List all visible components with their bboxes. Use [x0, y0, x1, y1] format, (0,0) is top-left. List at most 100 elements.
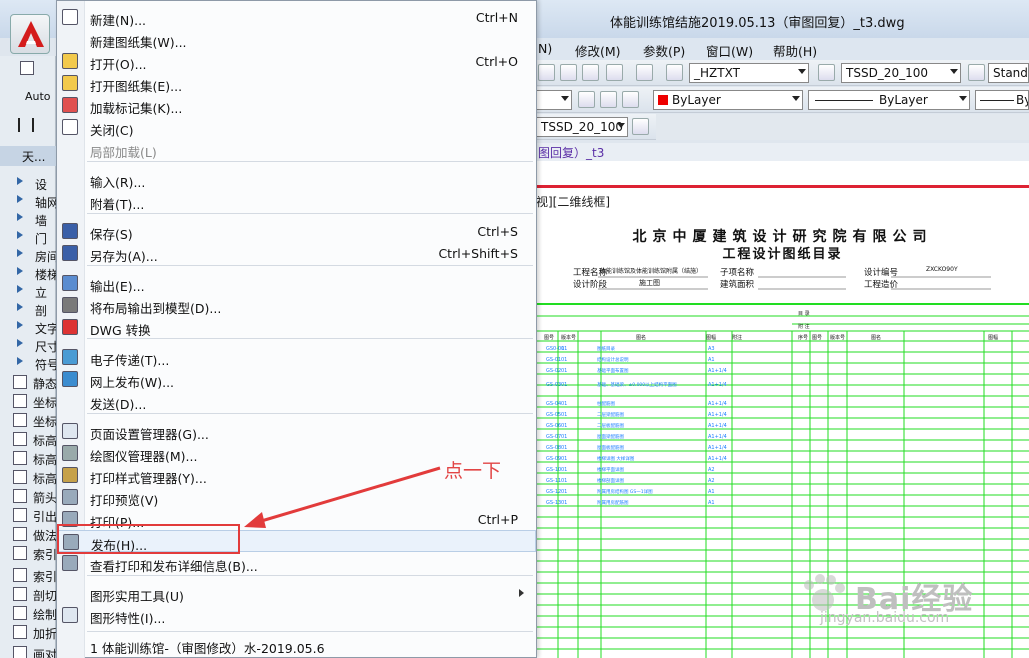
palette-tool-10[interactable]: 索引 — [0, 544, 56, 564]
layer-tool-icon[interactable] — [622, 91, 639, 108]
menu-item-label: 关闭(C) — [90, 123, 134, 138]
style-tool-icon[interactable] — [632, 118, 649, 135]
palette-tool-label: 做法 — [33, 529, 56, 543]
menu-item-3[interactable]: 打开(O)... Ctrl+O — [57, 50, 536, 72]
palette-group-6[interactable]: 楼梯 — [0, 264, 56, 284]
palette-group-label: 墙 — [35, 214, 48, 228]
text-style-select[interactable]: _HZTXT — [689, 63, 809, 83]
layer-tool-icon[interactable] — [600, 91, 617, 108]
menu-item-13[interactable]: 将布局输出到模型(D)... — [57, 294, 536, 316]
label-subitem: 子项名称 — [720, 268, 755, 278]
menu-item-21[interactable]: 打印预览(V) — [57, 486, 536, 508]
menu-item-10[interactable]: 保存(S) Ctrl+S — [57, 220, 536, 242]
menu-modify[interactable]: 修改(M) — [575, 41, 621, 60]
col-header: 版本号 — [561, 334, 576, 341]
menu-item-5[interactable]: 加载标记集(K)... — [57, 94, 536, 116]
lineweight-select[interactable]: By — [975, 90, 1029, 110]
menu-item-label: 图形特性(I)... — [90, 611, 166, 626]
menu-item-8[interactable]: 输入(R)... — [57, 168, 536, 190]
tool-icon — [13, 470, 27, 484]
tool-icon[interactable] — [538, 64, 555, 81]
palette-tab[interactable]: 天... — [0, 146, 56, 166]
menu-item-4[interactable]: 打开图纸集(E)... — [57, 72, 536, 94]
label-cost: 工程造价 — [864, 280, 899, 290]
menu-help[interactable]: 帮助(H) — [773, 41, 817, 60]
recent-file-1[interactable]: 1 体能训练馆-（审图修改）水-2019.05.6 — [90, 638, 325, 657]
menu-item-25[interactable]: 图形实用工具(U) — [57, 582, 536, 604]
palette-tool-label: 索引 — [33, 570, 56, 584]
menu-item-9[interactable]: 附着(T)... — [57, 190, 536, 212]
menu-item-24[interactable]: 查看打印和发布详细信息(B)... — [57, 552, 536, 574]
menu-item-11[interactable]: 另存为(A)... Ctrl+Shift+S — [57, 242, 536, 264]
tool-icon[interactable] — [560, 64, 577, 81]
menu-item-7[interactable]: 局部加载(L) — [57, 138, 536, 160]
palette-group-4[interactable]: 门 — [0, 228, 56, 248]
layer-tool-icon[interactable] — [578, 91, 595, 108]
menu-item-6[interactable]: 关闭(C) — [57, 116, 536, 138]
palette-group-1[interactable]: 设 — [0, 174, 56, 194]
row-no: GS-06 — [546, 423, 561, 429]
menu-item-12[interactable]: 输出(E)... — [57, 272, 536, 294]
menu-draw-fragment[interactable]: N) — [538, 41, 552, 56]
menu-item-1[interactable]: 新建(N)... Ctrl+N — [57, 6, 536, 28]
menu-item-18[interactable]: 页面设置管理器(G)... — [57, 420, 536, 442]
menu-params[interactable]: 参数(P) — [643, 41, 685, 60]
dim-style-icon[interactable] — [818, 64, 835, 81]
file-dropdown-menu: 新建(N)... Ctrl+N 新建图纸集(W)... 打开(O)... Ctrl+O 打… — [56, 0, 537, 658]
palette-tool-7[interactable]: 箭头 — [0, 487, 56, 507]
menu-item-15[interactable]: 电子传递(T)... — [57, 346, 536, 368]
palette-tool-12[interactable]: 剖切 — [0, 585, 56, 605]
palette-group-5[interactable]: 房间 — [0, 246, 56, 266]
color-swatch — [658, 95, 668, 105]
menu-item-16[interactable]: 网上发布(W)... — [57, 368, 536, 390]
row-size: A1 — [708, 489, 715, 495]
palette-tool-13[interactable]: 绘制 — [0, 604, 56, 624]
row-name: 附属用房配筋图 — [597, 499, 629, 506]
palette-tool-9[interactable]: 做法 — [0, 525, 56, 545]
palette-tool-8[interactable]: 引出 — [0, 506, 56, 526]
layer-select-end[interactable] — [536, 90, 572, 110]
tssd-style-select[interactable]: TSSD_20_100 — [536, 117, 628, 137]
palette-tool-6[interactable]: 标高 — [0, 468, 56, 488]
menu-window[interactable]: 窗口(W) — [706, 41, 753, 60]
table-style-icon[interactable] — [968, 64, 985, 81]
palette-group-7[interactable]: 立 — [0, 282, 56, 302]
palette-group-9[interactable]: 文字 — [0, 318, 56, 338]
palette-group-3[interactable]: 墙 — [0, 210, 56, 230]
palette-tool-2[interactable]: 坐标 — [0, 392, 56, 412]
palette-tool-3[interactable]: 坐标 — [0, 411, 56, 431]
palette-tool-4[interactable]: 标高 — [0, 430, 56, 450]
palette-tool-15[interactable]: 画对 — [0, 644, 56, 658]
menu-item-14[interactable]: DWG 转换 — [57, 316, 536, 338]
palette-tool-5[interactable]: 标高 — [0, 449, 56, 469]
table-style-select[interactable]: Standa — [988, 63, 1029, 83]
viewport-label[interactable]: 视][二维线框] — [536, 193, 610, 210]
palette-group-10[interactable]: 尺寸 — [0, 336, 56, 356]
expand-arrow-icon — [17, 357, 23, 365]
tool-icon — [13, 394, 27, 408]
menu-item-17[interactable]: 发送(D)... — [57, 390, 536, 412]
palette-tool-11[interactable]: 索引 — [0, 566, 56, 586]
row-size: A1+1/4 — [708, 401, 727, 407]
application-menu-button[interactable] — [10, 14, 50, 54]
menu-item-26[interactable]: 图形特性(I)... — [57, 604, 536, 626]
palette-group-11[interactable]: 符号 — [0, 354, 56, 374]
row-size: A3 — [708, 346, 715, 352]
dim-icon[interactable] — [18, 118, 34, 132]
help-icon[interactable] — [636, 64, 653, 81]
document-tab[interactable]: 图回复）_t3 — [536, 143, 1029, 161]
text-style-icon[interactable] — [666, 64, 683, 81]
palette-tool-14[interactable]: 加折 — [0, 623, 56, 643]
linetype-select[interactable]: ByLayer — [808, 90, 970, 110]
menu-item-2[interactable]: 新建图纸集(W)... — [57, 28, 536, 50]
palette-group-8[interactable]: 剖 — [0, 300, 56, 320]
linetype-preview — [815, 100, 873, 101]
tool-icon[interactable] — [582, 64, 599, 81]
color-select[interactable]: ByLayer — [653, 90, 803, 110]
palette-group-2[interactable]: 轴网 — [0, 192, 56, 212]
palette-tool-1[interactable]: 静态 — [0, 373, 56, 393]
tool-icon[interactable] — [20, 61, 34, 75]
dim-style-select[interactable]: TSSD_20_100 — [841, 63, 961, 83]
tool-icon[interactable] — [606, 64, 623, 81]
expand-arrow-icon — [17, 213, 23, 221]
